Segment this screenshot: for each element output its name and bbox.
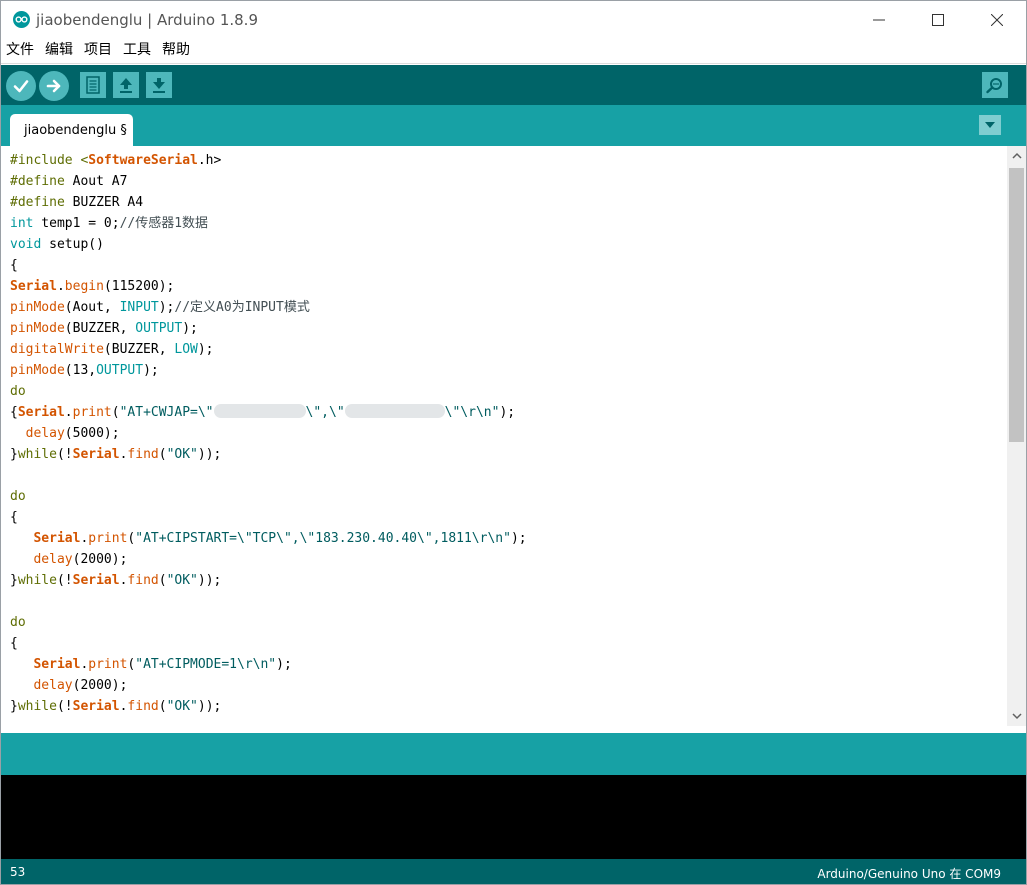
code-line: Serial.print("AT+CIPSTART=\"TCP\",\"183.… bbox=[33, 531, 527, 546]
arrow-up-icon bbox=[120, 78, 132, 93]
verify-button[interactable] bbox=[6, 71, 36, 101]
code-line: pinMode(Aout, INPUT);//定义A0为INPUT模式 bbox=[10, 300, 310, 315]
status-bar: 53 Arduino/Genuino Uno 在 COM9 bbox=[1, 859, 1026, 884]
code-line: void setup() bbox=[10, 237, 104, 252]
editor-console-divider[interactable] bbox=[1, 726, 1026, 733]
code-line: digitalWrite(BUZZER, LOW); bbox=[10, 342, 214, 357]
tab-sketch[interactable]: jiaobendenglu § bbox=[10, 114, 133, 146]
scroll-down-button[interactable] bbox=[1007, 707, 1026, 726]
code-area[interactable]: #include <SoftwareSerial.h> #define Aout… bbox=[10, 150, 1000, 717]
code-line: #include <SoftwareSerial.h> bbox=[10, 153, 222, 168]
save-button[interactable] bbox=[146, 72, 172, 98]
code-line: pinMode(13,OUTPUT); bbox=[10, 363, 159, 378]
toolbar bbox=[1, 65, 1026, 105]
tab-menu-button[interactable] bbox=[979, 115, 1001, 135]
code-line: #define Aout A7 bbox=[10, 174, 128, 189]
chevron-up-icon bbox=[1011, 152, 1022, 159]
window-controls bbox=[849, 1, 1026, 38]
code-line: pinMode(BUZZER, OUTPUT); bbox=[10, 321, 198, 336]
redacted-password bbox=[344, 404, 445, 418]
arrow-down-icon bbox=[153, 78, 165, 93]
code-line: do bbox=[10, 384, 26, 399]
code-line: {Serial.print("AT+CWJAP=\" \",\" \"\r\n"); bbox=[10, 404, 516, 420]
code-editor[interactable]: #include <SoftwareSerial.h> #define Aout… bbox=[1, 146, 1026, 726]
menu-edit[interactable]: 编辑 bbox=[40, 38, 79, 63]
menu-file[interactable]: 文件 bbox=[1, 38, 40, 63]
code-line: Serial.print("AT+CIPMODE=1\r\n"); bbox=[33, 657, 292, 672]
check-icon bbox=[13, 80, 29, 93]
console-output[interactable] bbox=[1, 775, 1026, 859]
serial-monitor-button[interactable] bbox=[982, 72, 1008, 98]
close-icon bbox=[990, 13, 1003, 26]
menu-help[interactable]: 帮助 bbox=[157, 38, 196, 63]
console-message-bar bbox=[1, 733, 1026, 775]
tab-bar: jiaobendenglu § bbox=[1, 105, 1026, 146]
scroll-up-button[interactable] bbox=[1007, 146, 1026, 165]
code-line: }while(!Serial.find("OK")); bbox=[10, 447, 222, 462]
code-line: }while(!Serial.find("OK")); bbox=[10, 699, 222, 714]
triangle-down-icon bbox=[985, 122, 995, 128]
editor-scrollbar[interactable] bbox=[1007, 146, 1026, 726]
code-line: { bbox=[10, 636, 18, 651]
code-line: Serial.begin(115200); bbox=[10, 279, 175, 294]
close-button[interactable] bbox=[967, 1, 1026, 38]
code-line: { bbox=[10, 510, 18, 525]
document-icon bbox=[86, 76, 100, 94]
maximize-button[interactable] bbox=[908, 1, 967, 38]
chevron-down-icon bbox=[1011, 713, 1022, 720]
window-title: jiaobendenglu | Arduino 1.8.9 bbox=[36, 10, 258, 29]
code-line: }while(!Serial.find("OK")); bbox=[10, 573, 222, 588]
title-bar: jiaobendenglu | Arduino 1.8.9 bbox=[1, 1, 1026, 38]
menu-sketch[interactable]: 项目 bbox=[79, 38, 118, 63]
line-number: 53 bbox=[10, 865, 26, 879]
scroll-thumb[interactable] bbox=[1009, 168, 1024, 442]
code-line: delay(2000); bbox=[33, 552, 128, 567]
arrow-right-icon bbox=[46, 79, 61, 93]
upload-button[interactable] bbox=[39, 71, 69, 101]
code-line: #define BUZZER A4 bbox=[10, 195, 144, 210]
minimize-icon bbox=[872, 19, 885, 20]
board-port-info: Arduino/Genuino Uno 在 COM9 bbox=[817, 867, 1001, 881]
code-line: do bbox=[10, 489, 26, 504]
tab-label: jiaobendenglu § bbox=[24, 122, 127, 138]
minimize-button[interactable] bbox=[849, 1, 908, 38]
code-line: int temp1 = 0;//传感器1数据 bbox=[10, 216, 209, 231]
code-line: { bbox=[10, 258, 18, 273]
open-button[interactable] bbox=[113, 72, 139, 98]
redacted-ssid bbox=[213, 404, 306, 418]
code-line: delay(5000); bbox=[25, 426, 120, 441]
arduino-ide-window: jiaobendenglu | Arduino 1.8.9 文件 编辑 项目 工… bbox=[0, 0, 1027, 885]
arduino-logo-icon bbox=[12, 11, 30, 29]
menu-bar: 文件 编辑 项目 工具 帮助 bbox=[1, 38, 1026, 64]
code-line: do bbox=[10, 615, 26, 630]
maximize-icon bbox=[931, 13, 944, 26]
menu-tools[interactable]: 工具 bbox=[118, 38, 157, 63]
new-sketch-button[interactable] bbox=[80, 72, 106, 98]
code-line: delay(2000); bbox=[33, 678, 128, 693]
magnifier-icon bbox=[986, 78, 1002, 94]
